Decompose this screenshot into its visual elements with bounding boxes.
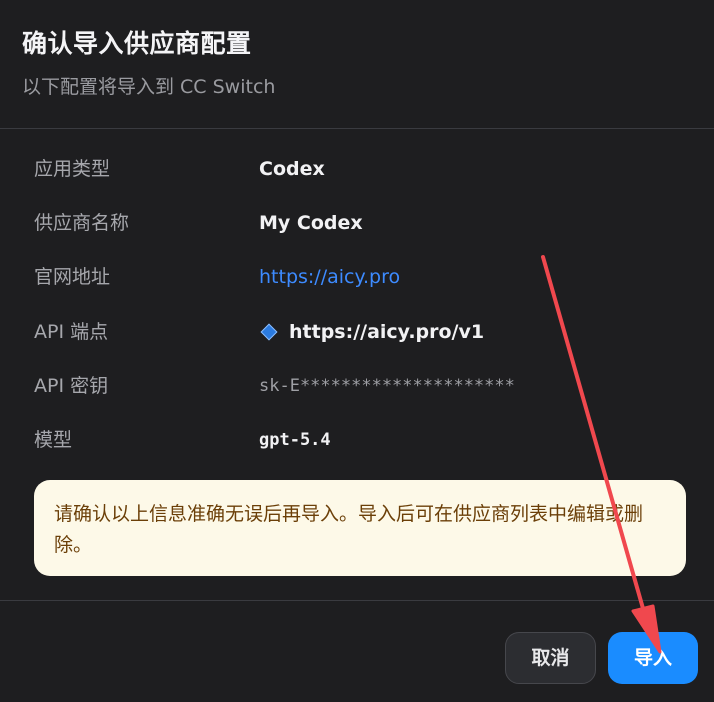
field-label-api-key: API 密钥 — [34, 375, 109, 397]
dialog-title: 确认导入供应商配置 — [22, 29, 252, 58]
field-row-provider-name: 供应商名称 My Codex — [0, 203, 714, 243]
field-label-model: 模型 — [34, 429, 73, 451]
blue-diamond-icon — [260, 323, 278, 341]
field-label-provider-name: 供应商名称 — [34, 212, 130, 234]
field-value-api-key: sk-E********************* — [259, 376, 515, 396]
footer-divider — [0, 600, 714, 601]
field-row-app-type: 应用类型 Codex — [0, 149, 714, 189]
header-divider — [0, 128, 714, 129]
field-value-model: gpt-5.4 — [259, 430, 331, 450]
import-provider-dialog: 确认导入供应商配置 以下配置将导入到 CC Switch 应用类型 Codex … — [0, 0, 714, 702]
field-label-api-endpoint: API 端点 — [34, 321, 109, 343]
cancel-button[interactable]: 取消 — [505, 632, 596, 684]
import-button[interactable]: 导入 — [608, 632, 698, 684]
field-value-api-endpoint: https://aicy.pro/v1 — [289, 321, 485, 343]
field-row-api-key: API 密钥 sk-E********************* — [0, 366, 714, 406]
website-link[interactable]: https://aicy.pro — [259, 257, 400, 297]
confirmation-notice: 请确认以上信息准确无误后再导入。导入后可在供应商列表中编辑或删除。 — [34, 480, 686, 576]
field-value-app-type: Codex — [259, 158, 325, 180]
field-label-website: 官网地址 — [34, 266, 111, 288]
field-row-model: 模型 gpt-5.4 — [0, 420, 714, 460]
field-label-app-type: 应用类型 — [34, 158, 111, 180]
field-row-website: 官网地址 https://aicy.pro — [0, 257, 714, 297]
field-row-api-endpoint: API 端点 https://aicy.pro/v1 — [0, 312, 714, 352]
field-value-provider-name: My Codex — [259, 212, 363, 234]
dialog-subtitle: 以下配置将导入到 CC Switch — [22, 76, 276, 98]
